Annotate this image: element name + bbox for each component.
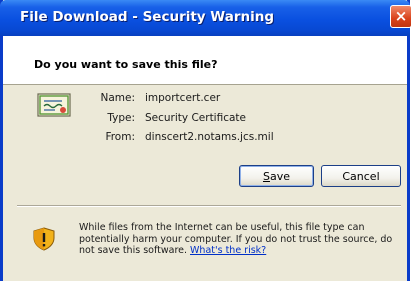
security-warning-text: While files from the Internet can be use… bbox=[79, 222, 405, 257]
cancel-button[interactable]: Cancel bbox=[321, 165, 401, 187]
save-button[interactable]: Save bbox=[239, 165, 314, 187]
divider bbox=[17, 205, 401, 207]
name-label: Name: bbox=[100, 92, 135, 104]
close-icon: × bbox=[394, 7, 408, 25]
file-type: Security Certificate bbox=[145, 112, 246, 124]
save-question: Do you want to save this file? bbox=[34, 58, 218, 71]
whats-the-risk-link[interactable]: What's the risk? bbox=[190, 245, 266, 256]
certificate-icon bbox=[37, 93, 71, 117]
type-label: Type: bbox=[107, 112, 135, 124]
file-source: dinscert2.notams.jcs.mil bbox=[145, 131, 274, 143]
from-label: From: bbox=[105, 131, 135, 143]
save-label: ave bbox=[269, 169, 290, 183]
title-bar[interactable]: File Download - Security Warning × bbox=[0, 0, 412, 36]
file-download-dialog: File Download - Security Warning × Do yo… bbox=[0, 0, 412, 281]
save-mnemonic: S bbox=[262, 169, 270, 183]
close-button[interactable]: × bbox=[390, 5, 412, 28]
file-name: importcert.cer bbox=[145, 92, 221, 104]
security-shield-icon bbox=[33, 227, 55, 251]
cancel-label: Cancel bbox=[342, 169, 380, 183]
window-title: File Download - Security Warning bbox=[20, 9, 274, 25]
header-band: Do you want to save this file? bbox=[3, 36, 407, 85]
